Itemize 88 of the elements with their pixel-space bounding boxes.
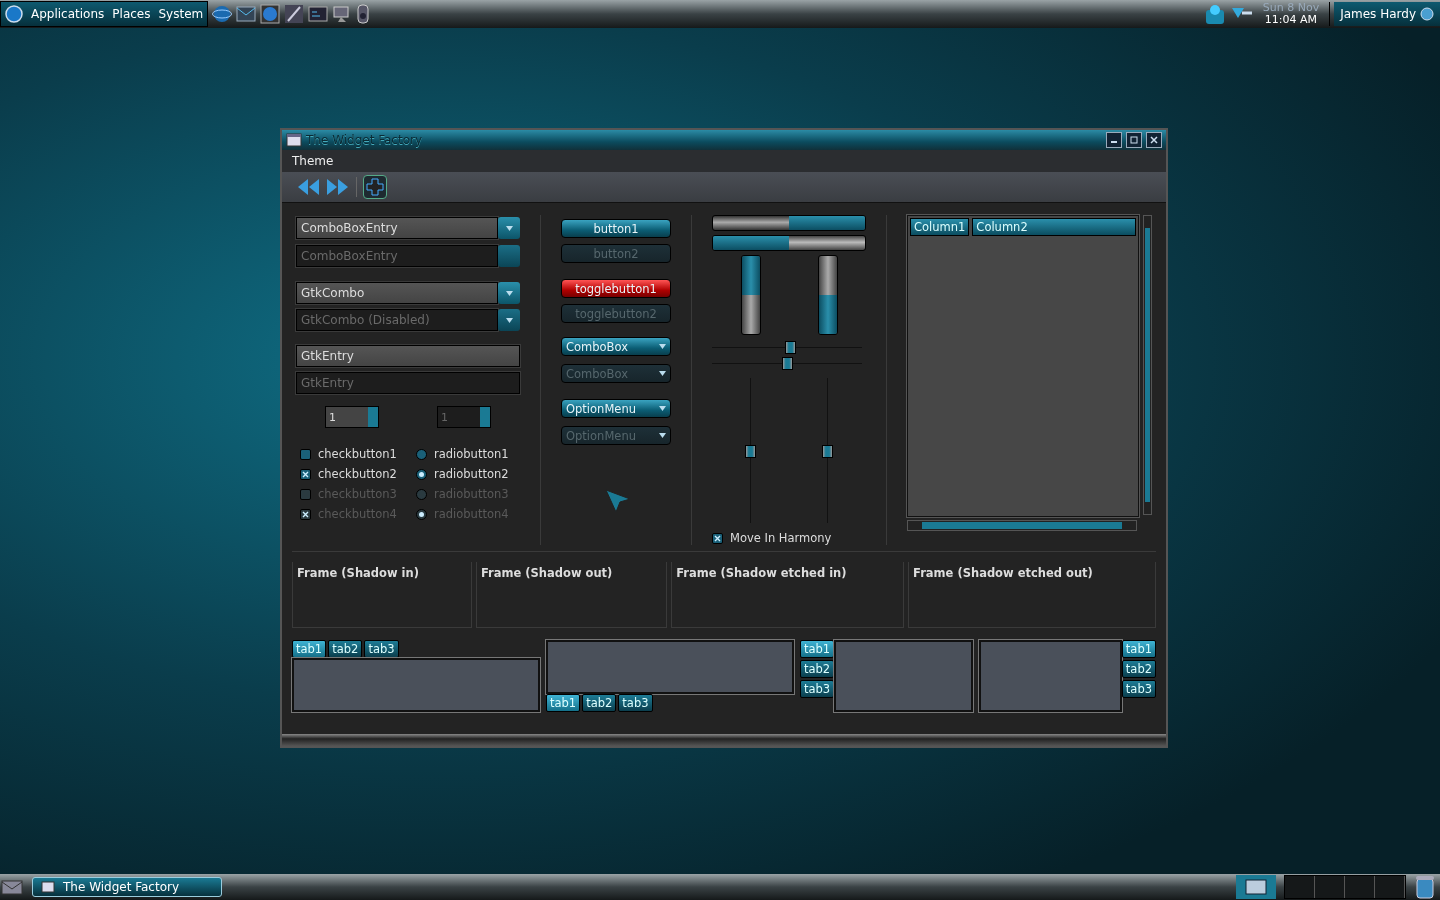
caret-icon <box>659 433 666 438</box>
maximize-icon <box>1130 136 1138 144</box>
add-button[interactable] <box>363 175 387 199</box>
cross-icon <box>302 470 309 478</box>
spin-button[interactable]: 1 <box>325 406 379 428</box>
tab[interactable]: tab2 <box>799 660 835 678</box>
tab[interactable]: tab2 <box>1121 660 1156 678</box>
vertical-scrollbar[interactable] <box>1143 215 1152 515</box>
tab[interactable]: tab1 <box>799 640 835 658</box>
tab[interactable]: tab3 <box>1121 680 1156 698</box>
panel-menu[interactable]: Places <box>112 7 151 21</box>
maximize-button[interactable] <box>1126 132 1142 148</box>
caret-icon <box>659 406 666 411</box>
window-icon[interactable] <box>286 133 302 147</box>
tab[interactable]: tab1 <box>545 694 581 712</box>
frame-label: Frame (Shadow in) <box>297 566 419 580</box>
logo-icon[interactable] <box>5 5 23 23</box>
mail-icon[interactable] <box>236 4 257 24</box>
checkbox-label: checkbutton2 <box>318 467 397 481</box>
minimize-button[interactable] <box>1106 132 1122 148</box>
tab[interactable]: tab1 <box>292 640 327 658</box>
option-menu[interactable]: OptionMenu <box>561 399 671 418</box>
plus-icon <box>366 178 384 196</box>
combo-box[interactable]: ComboBox <box>561 337 671 356</box>
checkbox[interactable] <box>300 468 311 480</box>
menu-item[interactable]: Theme <box>292 154 334 168</box>
checkbox-label: Move In Harmony <box>730 531 832 545</box>
close-button[interactable] <box>1146 132 1162 148</box>
vertical-slider[interactable] <box>745 378 756 523</box>
combo-entry[interactable]: ComboBoxEntry <box>296 217 498 239</box>
panel-menu[interactable]: Applications <box>31 7 105 21</box>
clock-time[interactable]: 11:04 AM <box>1264 14 1318 26</box>
dot-icon <box>419 471 424 477</box>
dropdown-button[interactable] <box>498 282 520 304</box>
horizontal-slider[interactable] <box>712 341 862 354</box>
pointer-icon <box>605 489 631 513</box>
trash-icon[interactable] <box>1414 875 1436 899</box>
checkbox-label: checkbutton1 <box>318 447 397 461</box>
task-button[interactable]: The Widget Factory <box>32 877 222 897</box>
checkbox[interactable] <box>712 532 723 544</box>
tab[interactable]: tab3 <box>618 694 653 712</box>
orb-icon[interactable] <box>260 4 281 24</box>
tab[interactable]: tab2 <box>582 694 617 712</box>
frame-label: Frame (Shadow etched out) <box>913 566 1093 580</box>
checkbox[interactable] <box>300 448 311 460</box>
show-desktop-button[interactable] <box>1236 875 1276 899</box>
caret-icon <box>659 371 666 376</box>
tab[interactable]: tab1 <box>1121 640 1156 658</box>
dropdown-button[interactable] <box>498 309 520 331</box>
radio-button[interactable] <box>416 448 427 460</box>
caret-icon <box>505 290 513 296</box>
pencil-icon[interactable] <box>284 4 305 24</box>
terminal-icon[interactable] <box>308 4 329 24</box>
window-icon <box>41 881 55 893</box>
dot-icon <box>419 511 424 517</box>
column-header[interactable]: Column2 <box>972 218 1136 236</box>
push-button[interactable]: button1 <box>561 219 671 238</box>
caret-icon <box>659 344 666 349</box>
back-icon[interactable] <box>296 179 320 195</box>
caret-icon <box>505 225 513 231</box>
window-title: The Widget Factory <box>306 133 424 147</box>
workspace-switcher[interactable] <box>1284 875 1406 899</box>
radio-button[interactable] <box>416 468 427 480</box>
combo-field[interactable]: GtkCombo <box>296 282 498 304</box>
toggle-button[interactable]: togglebutton1 <box>561 279 671 298</box>
power-icon[interactable] <box>1420 7 1434 21</box>
envelope-icon[interactable] <box>0 877 24 897</box>
radio-label: radiobutton2 <box>434 467 509 481</box>
cross-icon <box>302 510 309 518</box>
desktop-icon <box>1245 879 1267 895</box>
horizontal-slider[interactable] <box>712 357 862 370</box>
vertical-slider[interactable] <box>822 378 833 523</box>
radio-label: radiobutton1 <box>434 447 509 461</box>
tab[interactable]: tab3 <box>364 640 399 658</box>
forward-icon[interactable] <box>326 179 350 195</box>
close-icon <box>1150 136 1158 144</box>
frame-label: Frame (Shadow etched in) <box>676 566 847 580</box>
cross-icon <box>714 534 721 542</box>
tab[interactable]: tab2 <box>328 640 363 658</box>
dropdown-button[interactable] <box>498 217 520 239</box>
frame-label: Frame (Shadow out) <box>480 566 613 580</box>
caret-icon <box>505 317 513 323</box>
column-header[interactable]: Column1 <box>910 218 970 236</box>
text-entry[interactable]: GtkEntry <box>296 345 520 367</box>
horizontal-scrollbar[interactable] <box>907 520 1137 531</box>
panel-menu[interactable]: System <box>158 7 204 21</box>
globe-icon[interactable] <box>212 4 233 24</box>
tab[interactable]: tab3 <box>799 680 835 698</box>
